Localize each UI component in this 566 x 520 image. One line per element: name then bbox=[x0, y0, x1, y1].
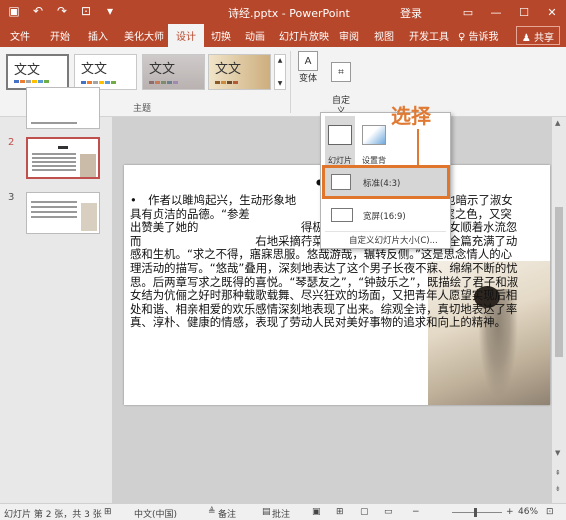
window-title: 诗经.pptx - PowerPoint bbox=[228, 7, 350, 20]
tell-me-box[interactable]: ♀ 告诉我 bbox=[458, 28, 499, 43]
comments-icon: ▤ bbox=[262, 507, 271, 517]
minimize-icon[interactable]: — bbox=[482, 0, 510, 24]
slide-thumbnail-3[interactable] bbox=[26, 192, 100, 234]
tab-home[interactable]: 开始 bbox=[50, 28, 70, 43]
zoom-slider[interactable] bbox=[452, 512, 502, 513]
login-link[interactable]: 登录 bbox=[400, 5, 422, 21]
normal-view-icon[interactable]: ▣ bbox=[312, 507, 321, 517]
slide-size-button[interactable]: 幻灯片 大小 bbox=[325, 116, 355, 176]
slide-thumbnail-pane: 2 3 bbox=[0, 87, 112, 503]
language-indicator[interactable]: 中文(中国) bbox=[134, 507, 177, 520]
variants-label: 变体 bbox=[298, 74, 317, 84]
tab-file[interactable]: 文件 bbox=[10, 28, 30, 43]
slide-size-widescreen-option[interactable]: 宽屏(16:9) bbox=[325, 201, 447, 229]
theme-chinese[interactable]: 文文 bbox=[208, 54, 271, 90]
option-label: 标准(4:3) bbox=[363, 179, 401, 189]
theme-office[interactable]: 文文 bbox=[6, 54, 69, 90]
previous-slide-icon[interactable]: ⇞ bbox=[555, 469, 561, 477]
annotation-line bbox=[417, 129, 419, 165]
quick-access-toolbar: ▣ ↶ ↷ ⊡ ▾ bbox=[6, 3, 118, 19]
tab-design[interactable]: 设计 bbox=[168, 24, 204, 47]
menu-divider bbox=[325, 231, 446, 232]
variants-icon: A bbox=[298, 51, 318, 71]
proofing-icon[interactable]: ⊞ bbox=[104, 507, 112, 517]
undo-icon[interactable]: ↶ bbox=[30, 3, 46, 19]
tab-transitions[interactable]: 切换 bbox=[211, 28, 231, 43]
customize-button[interactable]: ⌗ 自定 义 bbox=[326, 51, 356, 118]
slide-size-icon bbox=[328, 125, 352, 145]
scrollbar-thumb[interactable] bbox=[555, 207, 563, 357]
reading-view-icon[interactable]: ▢ bbox=[360, 507, 369, 517]
aspect-16-9-icon bbox=[331, 208, 353, 222]
notes-icon: ≜ bbox=[208, 507, 216, 517]
zoom-out-icon[interactable]: − bbox=[412, 507, 420, 517]
slide-thumbnail-2[interactable] bbox=[26, 137, 100, 179]
format-background-icon bbox=[362, 125, 386, 145]
close-icon[interactable]: ✕ bbox=[538, 0, 566, 24]
ribbon-separator bbox=[290, 51, 291, 113]
scroll-up-icon[interactable]: ▲ bbox=[555, 119, 560, 127]
status-bar: 幻灯片 第 2 张，共 3 张 ⊞ 中文(中国) ≜ 备注 ▤ 批注 ▣ ⊞ ▢… bbox=[0, 503, 566, 520]
format-background-button[interactable]: 设置背 景格式 bbox=[359, 116, 389, 174]
fit-to-window-icon[interactable]: ⊡ bbox=[546, 507, 554, 517]
title-bar: ▣ ↶ ↷ ⊡ ▾ 诗经.pptx - PowerPoint 登录 ▭ — ☐ … bbox=[0, 0, 566, 24]
notes-button[interactable]: 备注 bbox=[218, 507, 236, 520]
redo-icon[interactable]: ↷ bbox=[54, 3, 70, 19]
slide-number: 3 bbox=[8, 192, 15, 203]
slide-size-standard-option[interactable]: 标准(4:3) bbox=[322, 165, 450, 199]
themes-group-label: 主题 bbox=[133, 104, 152, 114]
zoom-in-icon[interactable]: + bbox=[506, 507, 514, 517]
share-button[interactable]: ♟ 共享 bbox=[515, 26, 560, 45]
theme-preview-text: 文文 bbox=[149, 62, 176, 77]
tab-slideshow[interactable]: 幻灯片放映 bbox=[279, 28, 329, 43]
tab-review[interactable]: 审阅 bbox=[339, 28, 359, 43]
tab-view[interactable]: 视图 bbox=[374, 28, 394, 43]
theme-preview-text: 文文 bbox=[215, 62, 242, 77]
vertical-scrollbar[interactable]: ▲ ▼ ⇞ ⇟ bbox=[552, 117, 566, 503]
theme-office-2[interactable]: 文文 bbox=[74, 54, 137, 90]
custom-slide-size-option[interactable]: 自定义幻灯片大小(C)... bbox=[349, 234, 438, 246]
zoom-level[interactable]: 46% bbox=[518, 507, 538, 517]
option-label: 宽屏(16:9) bbox=[363, 212, 406, 222]
theme-gallery-scroll[interactable]: ▲ ▼ bbox=[274, 54, 286, 90]
tab-developer[interactable]: 开发工具 bbox=[409, 28, 449, 43]
chevron-up-icon[interactable]: ▲ bbox=[278, 57, 283, 64]
theme-preview-text: 文文 bbox=[81, 62, 108, 77]
next-slide-icon[interactable]: ⇟ bbox=[555, 485, 561, 493]
slide-sorter-icon[interactable]: ⊞ bbox=[336, 507, 344, 517]
comments-button[interactable]: 批注 bbox=[272, 507, 290, 520]
slide-count: 幻灯片 第 2 张，共 3 张 bbox=[4, 510, 102, 520]
maximize-icon[interactable]: ☐ bbox=[510, 0, 538, 24]
slide-number: 2 bbox=[8, 137, 15, 148]
slide-thumbnail-1[interactable] bbox=[26, 87, 100, 129]
slideshow-view-icon[interactable]: ▭ bbox=[384, 507, 393, 517]
customize-icon: ⌗ bbox=[331, 62, 351, 82]
ribbon-display-icon[interactable]: ▭ bbox=[454, 0, 482, 24]
start-slideshow-icon[interactable]: ⊡ bbox=[78, 3, 94, 19]
ribbon-tabs: 文件 开始 插入 美化大师 设计 切换 动画 幻灯片放映 审阅 视图 开发工具 … bbox=[0, 24, 566, 47]
annotation-label: 选择 bbox=[391, 104, 431, 128]
aspect-4-3-icon bbox=[331, 174, 351, 190]
scroll-down-icon[interactable]: ▼ bbox=[555, 449, 560, 457]
variants-button[interactable]: A 变体 bbox=[293, 51, 323, 85]
tab-beautify[interactable]: 美化大师 bbox=[124, 28, 164, 43]
save-icon[interactable]: ▣ bbox=[6, 3, 22, 19]
theme-preview-text: 文文 bbox=[14, 63, 41, 78]
tab-animations[interactable]: 动画 bbox=[245, 28, 265, 43]
qat-customize-icon[interactable]: ▾ bbox=[102, 3, 118, 19]
tab-insert[interactable]: 插入 bbox=[88, 28, 108, 43]
theme-facet[interactable]: 文文 bbox=[142, 54, 205, 90]
slide-size-dropdown: 幻灯片 大小 设置背 景格式 标准(4:3) 宽屏(16:9) 自定义幻灯片大小… bbox=[320, 112, 451, 249]
chevron-down-icon[interactable]: ▼ bbox=[278, 80, 283, 87]
zoom-slider-handle[interactable] bbox=[474, 508, 477, 517]
